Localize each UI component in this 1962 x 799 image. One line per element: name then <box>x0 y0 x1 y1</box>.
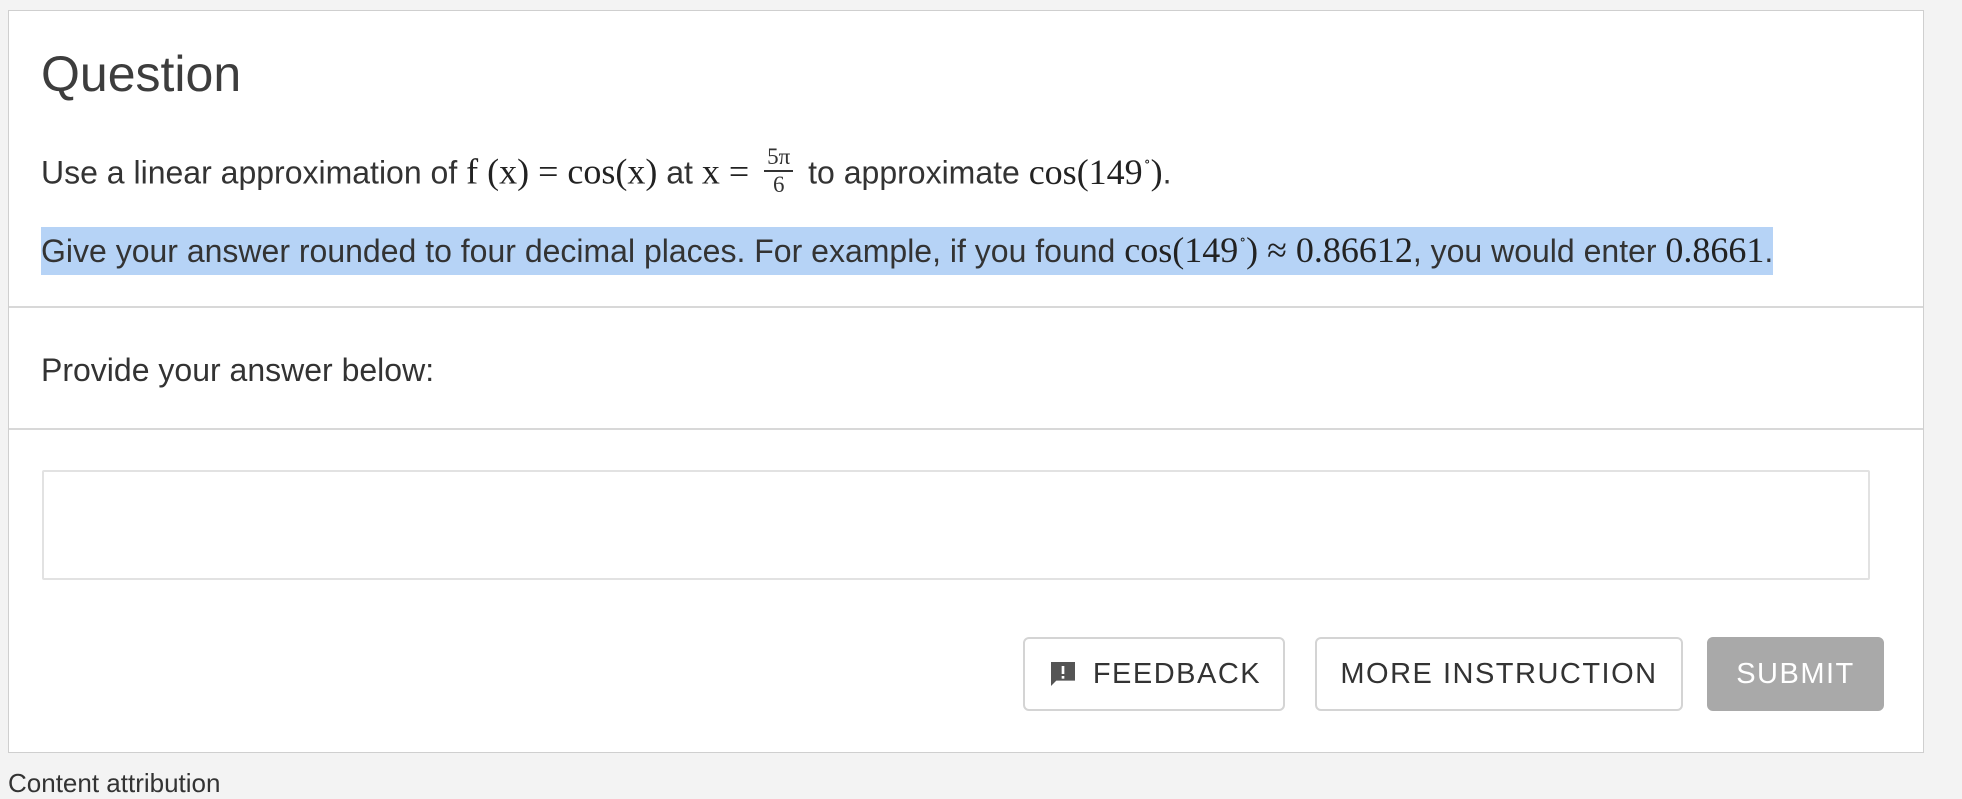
fraction-numerator: 5π <box>764 144 794 173</box>
answer-input[interactable] <box>42 470 1870 580</box>
example-cos-expression: cos(149∘) ≈ 0.86612 <box>1124 230 1413 270</box>
more-instruction-button[interactable]: MORE INSTRUCTION <box>1315 637 1683 711</box>
statement-text-1: Use a linear approximation of <box>41 154 467 191</box>
submit-button[interactable]: SUBMIT <box>1707 637 1884 711</box>
submit-label: SUBMIT <box>1736 657 1855 690</box>
example-answer-value: 0.8661 <box>1665 230 1765 270</box>
feedback-icon <box>1050 662 1075 686</box>
more-instruction-label: MORE INSTRUCTION <box>1340 657 1658 690</box>
cos-149-open: cos(149 <box>1028 151 1143 192</box>
feedback-label: FEEDBACK <box>1092 657 1262 690</box>
instruction-period: . <box>1764 233 1774 269</box>
statement-period: . <box>1162 154 1172 191</box>
statement-text-2: at <box>657 154 702 191</box>
fraction-denominator: 6 <box>772 172 785 198</box>
question-section: Question Use a linear approximation of f… <box>9 11 1923 308</box>
feedback-button[interactable]: FEEDBACK <box>1023 637 1285 711</box>
question-title: Question <box>41 46 242 102</box>
statement-text-3: to approximate <box>799 154 1029 191</box>
instruction-text-2: , you would enter <box>1412 233 1666 269</box>
instruction-text-1: Give your answer rounded to four decimal… <box>41 233 1125 269</box>
function-expression: f (x) = cos(x) <box>466 151 658 192</box>
x-equals-expression: x = <box>701 151 759 192</box>
example-cos-open: cos(149 <box>1124 230 1239 270</box>
cos-149-expression: cos(149∘) <box>1029 152 1163 192</box>
answer-prompt-section: Provide your answer below: <box>9 308 1923 430</box>
highlighted-selection: Give your answer rounded to four decimal… <box>41 227 1774 275</box>
cos-149-close: ) <box>1150 151 1163 192</box>
answer-prompt: Provide your answer below: <box>41 352 435 388</box>
example-approx-value: ) ≈ 0.86612 <box>1246 230 1413 270</box>
rounding-instruction: Give your answer rounded to four decimal… <box>41 227 1774 275</box>
degree-symbol: ∘ <box>1143 154 1151 170</box>
question-statement: Use a linear approximation of f (x) = co… <box>41 144 1172 201</box>
fraction-5pi-over-6: 5π 6 <box>764 144 794 198</box>
